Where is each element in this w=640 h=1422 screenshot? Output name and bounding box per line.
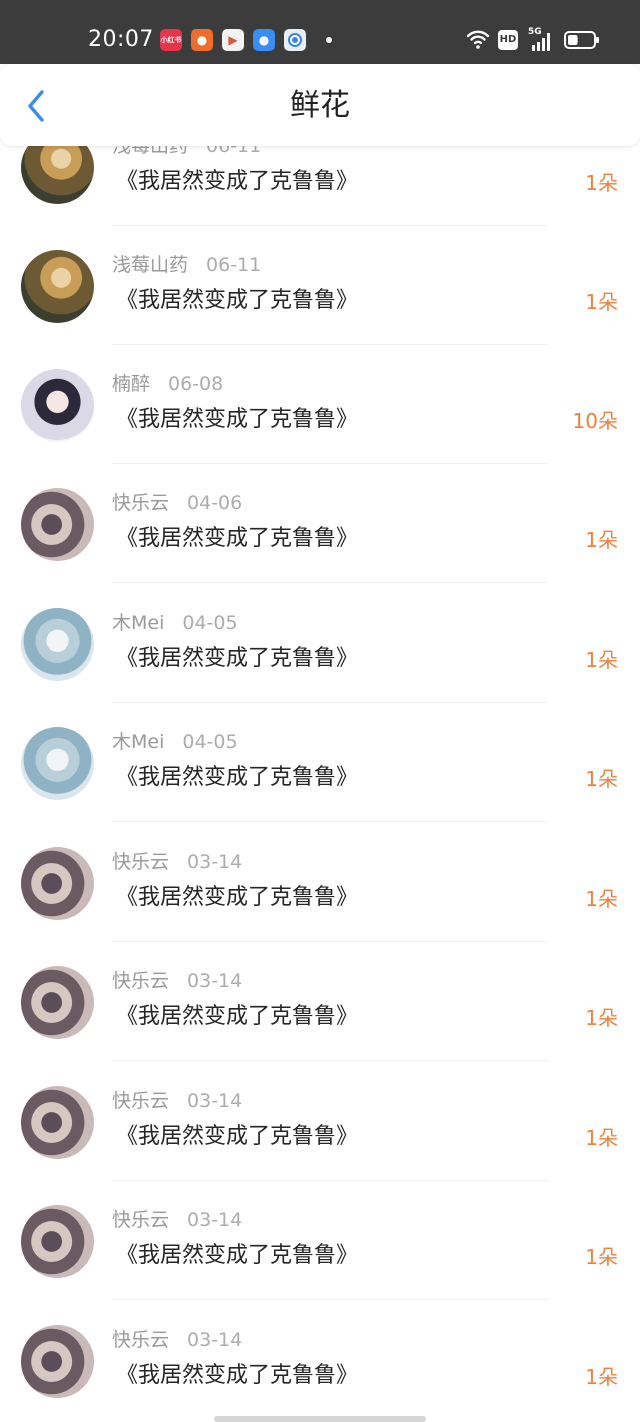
list-item[interactable]: 快乐云 03-14 《我居然变成了克鲁鲁》 1朵	[0, 1062, 640, 1181]
avatar[interactable]	[21, 608, 94, 681]
record-date: 03-14	[187, 1329, 243, 1351]
record-date: 06-08	[168, 373, 224, 395]
list-item[interactable]: 木Mei 04-05 《我居然变成了克鲁鲁》 1朵	[0, 703, 640, 822]
app-header: 鲜花	[0, 64, 640, 146]
user-name[interactable]: 快乐云	[112, 1329, 169, 1351]
row-meta: 快乐云 03-14	[112, 849, 242, 875]
list-item[interactable]: 快乐云 03-14 《我居然变成了克鲁鲁》 1朵	[0, 1301, 640, 1420]
book-title: 《我居然变成了克鲁鲁》	[116, 1363, 359, 1388]
record-date: 03-14	[187, 970, 243, 992]
browser-icon	[284, 29, 306, 51]
avatar[interactable]	[21, 488, 94, 561]
avatar[interactable]	[21, 1205, 94, 1278]
kuaishou-icon: ●	[191, 29, 213, 51]
flower-count: 1朵	[585, 887, 618, 911]
record-date: 03-14	[187, 851, 243, 873]
book-title: 《我居然变成了克鲁鲁》	[116, 1124, 359, 1149]
book-title: 《我居然变成了克鲁鲁》	[116, 885, 359, 910]
user-name[interactable]: 木Mei	[112, 612, 164, 634]
list-item[interactable]: 浅莓山药 06-11 《我居然变成了克鲁鲁》 1朵	[0, 226, 640, 345]
book-title: 《我居然变成了克鲁鲁》	[116, 169, 359, 194]
flower-count: 1朵	[585, 171, 618, 195]
record-date: 03-14	[187, 1209, 243, 1231]
user-name[interactable]: 快乐云	[112, 970, 169, 992]
list-item[interactable]: 快乐云 03-14 《我居然变成了克鲁鲁》 1朵	[0, 942, 640, 1061]
status-bar: 20:07 小红书 ● ▶ ● HD 5G	[0, 0, 640, 64]
user-name[interactable]: 木Mei	[112, 731, 164, 753]
book-title: 《我居然变成了克鲁鲁》	[116, 407, 359, 432]
hd-badge: HD	[498, 30, 518, 50]
flower-count: 1朵	[585, 1006, 618, 1030]
book-title: 《我居然变成了克鲁鲁》	[116, 646, 359, 671]
avatar[interactable]	[21, 369, 94, 442]
list-item[interactable]: 快乐云 04-06 《我居然变成了克鲁鲁》 1朵	[0, 464, 640, 583]
page-title: 鲜花	[290, 88, 350, 123]
list-item[interactable]: 快乐云 03-14 《我居然变成了克鲁鲁》 1朵	[0, 823, 640, 942]
divider	[112, 1299, 548, 1300]
record-date: 04-05	[182, 731, 238, 753]
more-notifications-icon	[326, 37, 332, 43]
row-meta: 快乐云 03-14	[112, 968, 242, 994]
avatar[interactable]	[21, 1086, 94, 1159]
user-name[interactable]: 快乐云	[112, 1090, 169, 1112]
divider	[112, 582, 548, 583]
chat-app-icon: ●	[253, 29, 275, 51]
record-date: 06-11	[206, 254, 262, 276]
flower-count: 1朵	[585, 1126, 618, 1150]
flower-count: 1朵	[585, 1365, 618, 1389]
user-name[interactable]: 浅莓山药	[112, 254, 188, 276]
flower-count: 1朵	[585, 767, 618, 791]
user-name[interactable]: 快乐云	[112, 492, 169, 514]
flower-count: 1朵	[585, 1245, 618, 1269]
record-date: 03-14	[187, 1090, 243, 1112]
flower-count: 1朵	[585, 290, 618, 314]
avatar[interactable]	[21, 727, 94, 800]
record-date: 04-06	[187, 492, 243, 514]
book-title: 《我居然变成了克鲁鲁》	[116, 1243, 359, 1268]
user-name[interactable]: 快乐云	[112, 1209, 169, 1231]
cellular-signal-icon	[532, 33, 550, 51]
xiaohongshu-icon: 小红书	[160, 29, 182, 51]
divider	[112, 1060, 548, 1061]
flower-count: 10朵	[572, 409, 618, 433]
avatar[interactable]	[21, 966, 94, 1039]
flower-count: 1朵	[585, 648, 618, 672]
status-time: 20:07	[88, 27, 154, 52]
row-meta: 快乐云 03-14	[112, 1088, 242, 1114]
user-name[interactable]: 楠醉	[112, 373, 150, 395]
row-meta: 木Mei 04-05	[112, 729, 238, 755]
row-meta: 楠醉 06-08	[112, 371, 223, 397]
battery-icon	[564, 31, 599, 49]
avatar[interactable]	[21, 1325, 94, 1398]
list-item[interactable]: 木Mei 04-05 《我居然变成了克鲁鲁》 1朵	[0, 584, 640, 703]
divider	[112, 821, 548, 822]
user-name[interactable]: 快乐云	[112, 851, 169, 873]
row-meta: 浅莓山药 06-11	[112, 252, 261, 278]
row-meta: 快乐云 03-14	[112, 1327, 242, 1353]
list-item[interactable]: 楠醉 06-08 《我居然变成了克鲁鲁》 10朵	[0, 345, 640, 464]
row-meta: 快乐云 03-14	[112, 1207, 242, 1233]
avatar[interactable]	[21, 250, 94, 323]
row-meta: 木Mei 04-05	[112, 610, 238, 636]
home-indicator[interactable]	[214, 1416, 426, 1422]
record-date: 04-05	[182, 612, 238, 634]
book-title: 《我居然变成了克鲁鲁》	[116, 1004, 359, 1029]
wifi-icon	[466, 30, 490, 49]
game-center-icon: ▶	[222, 29, 244, 51]
flower-count: 1朵	[585, 528, 618, 552]
book-title: 《我居然变成了克鲁鲁》	[116, 288, 359, 313]
avatar[interactable]	[21, 847, 94, 920]
book-title: 《我居然变成了克鲁鲁》	[116, 765, 359, 790]
row-meta: 快乐云 04-06	[112, 490, 242, 516]
book-title: 《我居然变成了克鲁鲁》	[116, 526, 359, 551]
list-item[interactable]: 快乐云 03-14 《我居然变成了克鲁鲁》 1朵	[0, 1181, 640, 1300]
